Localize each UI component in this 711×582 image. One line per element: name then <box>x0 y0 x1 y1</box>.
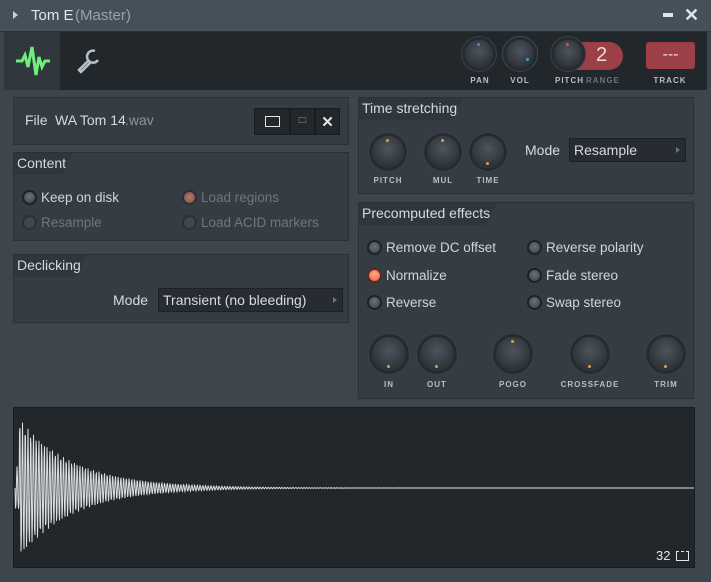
content-section: Content Keep on disk Resample Load regio… <box>13 152 349 241</box>
stretch-mode-label: Mode <box>525 142 561 158</box>
minimize-icon[interactable] <box>663 13 673 17</box>
range-value: 2 <box>596 44 608 66</box>
knob-label: POGO <box>498 380 527 389</box>
pitch-knob[interactable] <box>554 40 582 68</box>
in-knob[interactable] <box>372 337 406 371</box>
radio-indicator <box>182 215 197 230</box>
radio-label: Resample <box>41 215 102 230</box>
radio-label: Load ACID markers <box>201 215 319 230</box>
pitch-label: PITCH <box>555 76 584 85</box>
open-file-button[interactable] <box>254 108 290 135</box>
radio-label: Reverse polarity <box>546 240 644 255</box>
file-label: File <box>25 112 48 128</box>
out-knob[interactable] <box>420 337 454 371</box>
file-name: WA Tom 14 <box>55 112 126 128</box>
wrench-icon <box>77 49 100 74</box>
load-acid-markers-radio[interactable]: Load ACID markers <box>182 215 319 230</box>
window-subtitle: (Master) <box>75 7 131 24</box>
normalize-radio[interactable]: Normalize <box>367 268 447 283</box>
radio-label: Keep on disk <box>41 190 120 205</box>
radio-indicator <box>367 295 382 310</box>
pogo-knob[interactable] <box>496 337 530 371</box>
swap-stereo-radio[interactable]: Swap stereo <box>527 295 621 310</box>
close-icon[interactable]: ✕ <box>684 5 699 26</box>
radio-label: Remove DC offset <box>386 240 497 255</box>
radio-label: Normalize <box>386 268 447 283</box>
declicking-section: Declicking Mode Transient (no bleeding) <box>13 254 349 323</box>
knob-label: OUT <box>427 380 447 389</box>
toolbar: 2 --- PAN VOL PITCH RANGE TRACK <box>4 32 707 90</box>
remove-dc-offset-radio[interactable]: Remove DC offset <box>367 240 496 255</box>
reverse-polarity-radio[interactable]: Reverse polarity <box>527 240 644 255</box>
keep-on-disk-radio[interactable]: Keep on disk <box>22 190 119 205</box>
title-bar: Tom E (Master) ✕ <box>0 0 711 32</box>
radio-label: Swap stereo <box>546 295 622 310</box>
chevron-right-icon <box>676 147 680 153</box>
tab-sample-settings[interactable] <box>4 32 60 90</box>
select-value: Resample <box>574 142 638 158</box>
radio-indicator <box>527 295 542 310</box>
knob-label: TRIM <box>654 380 678 389</box>
zoom-value: 32 <box>656 548 671 563</box>
file-section: File WA Tom 14 .wav 🗀 ✕ <box>13 97 349 145</box>
chevron-right-icon <box>333 297 337 303</box>
reverse-radio[interactable]: Reverse <box>367 295 436 310</box>
radio-label: Fade stereo <box>546 268 619 283</box>
window-title: Tom E <box>31 7 74 24</box>
time-knob[interactable] <box>472 136 504 168</box>
pitch-knob[interactable] <box>372 136 404 168</box>
track-label: TRACK <box>653 76 687 85</box>
folder-icon <box>264 116 280 127</box>
radio-label: Reverse <box>386 295 437 310</box>
collapse-arrow-icon[interactable] <box>13 11 18 19</box>
load-regions-radio[interactable]: Load regions <box>182 190 279 205</box>
declicking-mode-label: Mode <box>113 292 149 308</box>
radio-indicator <box>367 240 382 255</box>
radio-indicator <box>22 215 37 230</box>
declicking-mode-select[interactable]: Transient (no bleeding) <box>158 288 343 312</box>
radio-indicator <box>367 268 382 283</box>
radio-indicator <box>527 268 542 283</box>
select-value: Transient (no bleeding) <box>163 292 307 308</box>
time-stretching-title: Time stretching <box>359 98 463 120</box>
clear-file-button[interactable]: ✕ <box>315 108 340 135</box>
track-display[interactable]: --- <box>646 42 695 69</box>
fit-view-icon[interactable] <box>676 551 689 561</box>
open-editor-button[interactable]: 🗀 <box>290 108 315 135</box>
stretch-mode-select[interactable]: Resample <box>569 138 686 162</box>
radio-indicator <box>527 240 542 255</box>
range-label: RANGE <box>586 76 620 85</box>
vol-label: VOL <box>510 76 530 85</box>
time-stretching-section: Time stretching PITCH MUL TIME Mode Resa… <box>358 97 694 194</box>
tab-settings[interactable] <box>60 32 116 90</box>
precomputed-title: Precomputed effects <box>359 203 496 225</box>
radio-label: Load regions <box>201 190 280 205</box>
pan-knob[interactable] <box>465 40 493 68</box>
radio-indicator <box>22 190 37 205</box>
waveform <box>14 422 694 552</box>
resample-radio[interactable]: Resample <box>22 215 102 230</box>
file-extension: .wav <box>125 112 154 128</box>
radio-indicator <box>182 190 197 205</box>
crossfade-knob[interactable] <box>573 337 607 371</box>
mul-knob[interactable] <box>427 136 459 168</box>
knob-label: CROSSFADE <box>560 380 620 389</box>
waveform-icon <box>16 46 50 76</box>
folder-edit-icon: 🗀 <box>298 115 307 125</box>
waveform-view[interactable]: 32 <box>13 407 695 568</box>
vol-knob[interactable] <box>506 40 534 68</box>
close-icon: ✕ <box>321 113 334 131</box>
fade-stereo-radio[interactable]: Fade stereo <box>527 268 618 283</box>
precomputed-effects-section: Precomputed effects Remove DC offset Nor… <box>358 202 694 399</box>
content-title: Content <box>14 153 72 175</box>
declicking-title: Declicking <box>14 255 87 277</box>
trim-knob[interactable] <box>649 337 683 371</box>
knob-label: TIME <box>476 176 500 185</box>
